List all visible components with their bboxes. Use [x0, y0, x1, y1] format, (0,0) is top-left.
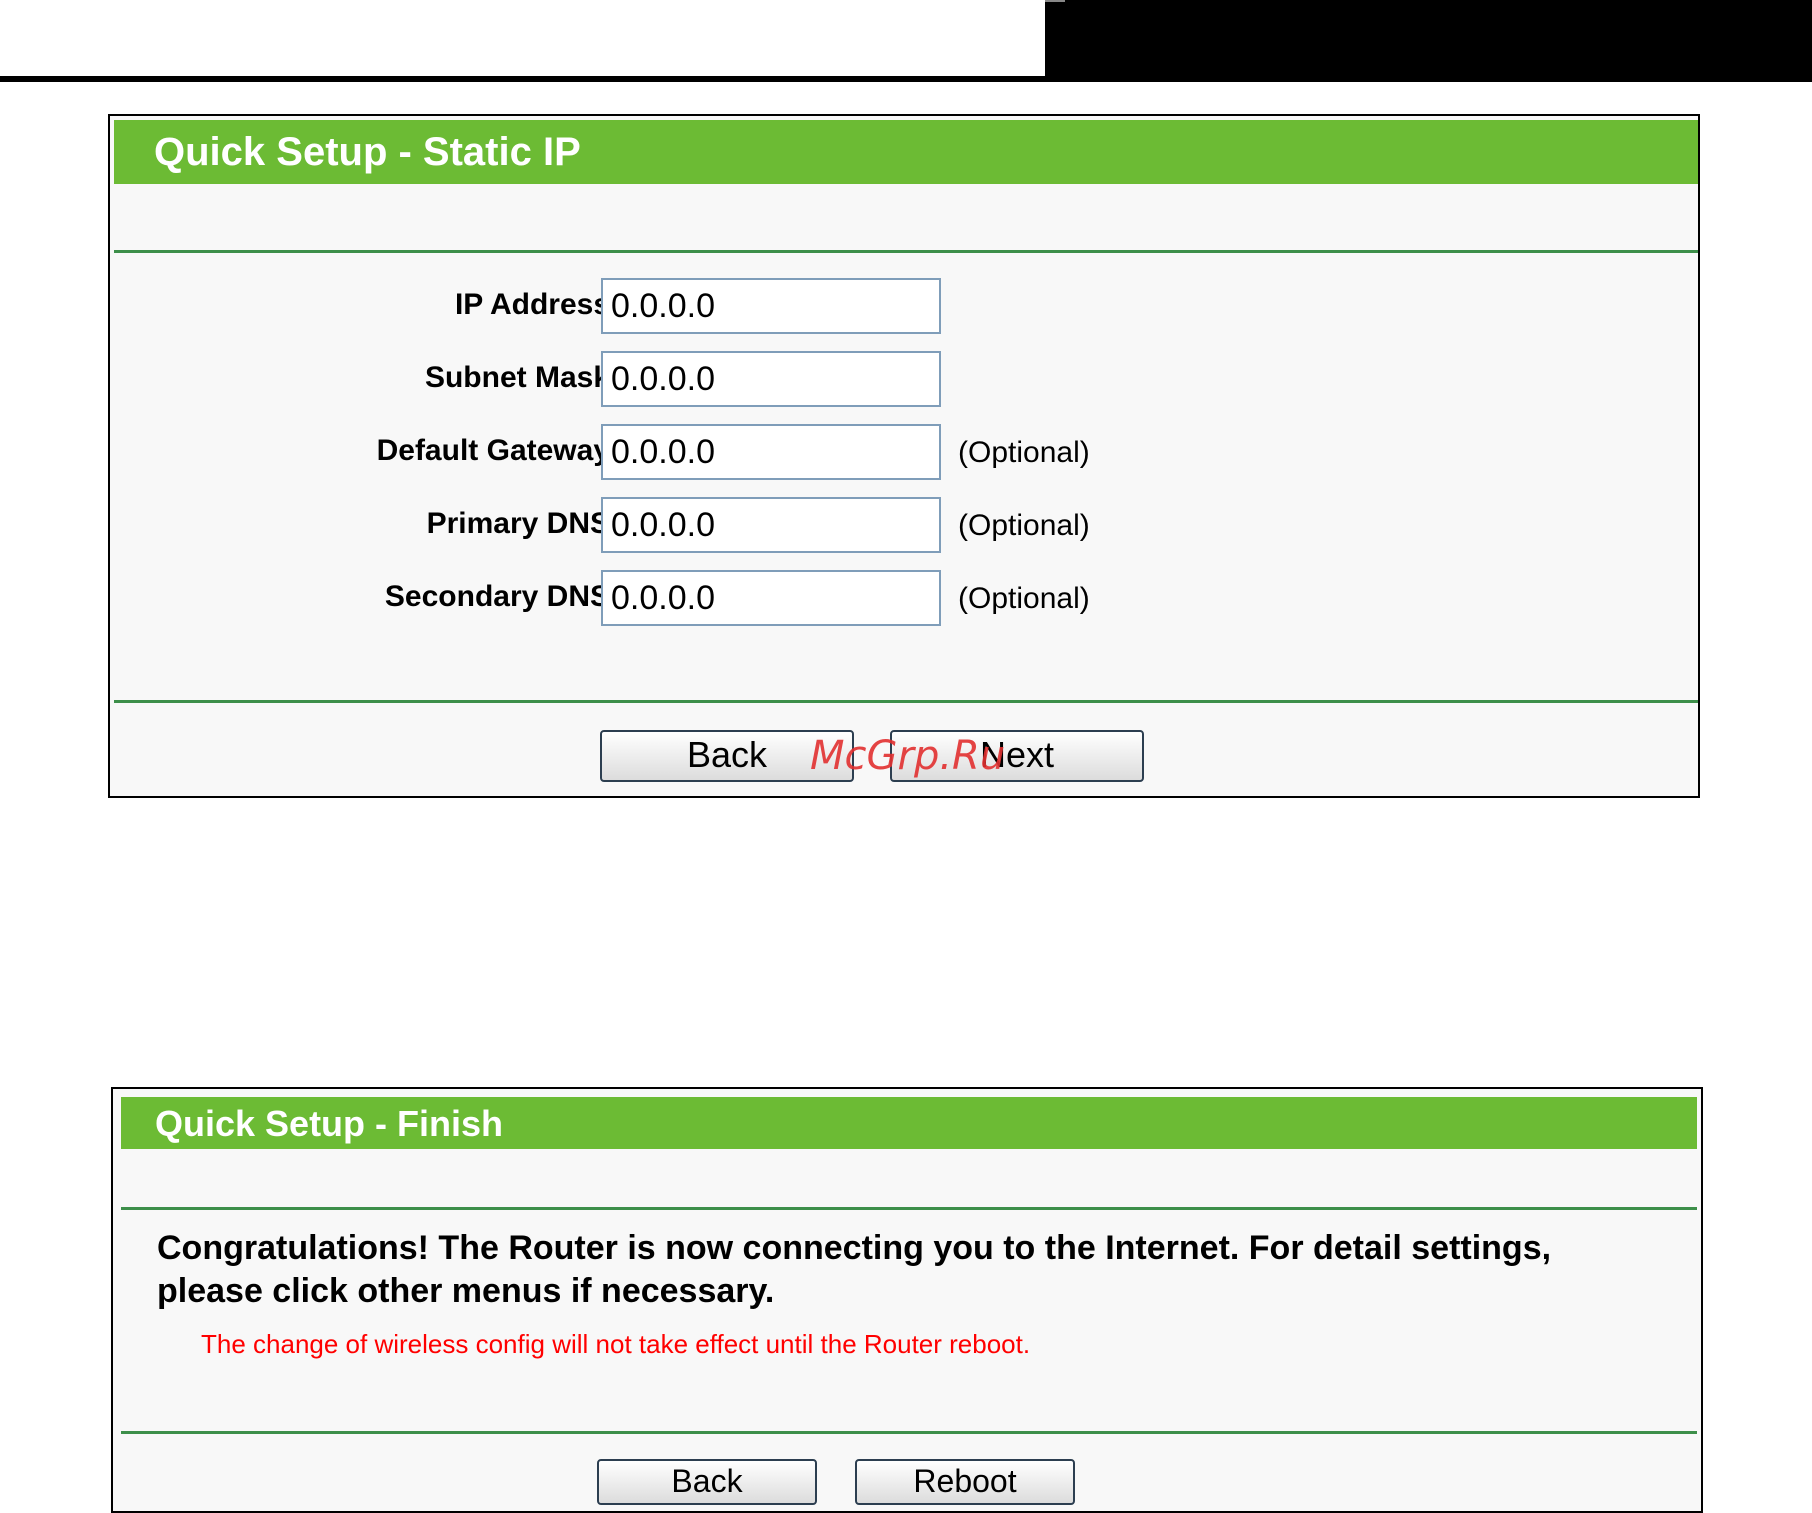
reboot-warning: The change of wireless config will not t…: [201, 1329, 1031, 1359]
divider-top: [121, 1207, 1697, 1210]
default-gateway-input[interactable]: [601, 424, 941, 480]
field-row-subnet-mask: Subnet Mask:: [110, 351, 1690, 409]
congratulations-message: Congratulations! The Router is now conne…: [157, 1229, 1552, 1310]
header-rule: [0, 76, 1812, 82]
default-gateway-optional-note: (Optional): [958, 436, 1090, 469]
field-row-primary-dns: Primary DNS: (Optional): [110, 497, 1690, 555]
field-row-ip-address: IP Address:: [110, 278, 1690, 336]
secondary-dns-input[interactable]: [601, 570, 941, 626]
ip-address-label: IP Address:: [454, 288, 620, 321]
divider-top: [114, 250, 1698, 253]
divider-bottom: [114, 700, 1698, 703]
static-ip-title: Quick Setup - Static IP: [114, 120, 1698, 184]
ip-address-input[interactable]: [601, 278, 941, 334]
watermark-text: McGrp.Ru: [810, 733, 1006, 779]
divider-bottom: [121, 1431, 1697, 1434]
subnet-mask-input[interactable]: [601, 351, 941, 407]
secondary-dns-optional-note: (Optional): [958, 582, 1090, 615]
secondary-dns-label: Secondary DNS:: [384, 580, 620, 613]
reboot-button[interactable]: Reboot: [855, 1459, 1075, 1505]
finish-panel: Quick Setup - Finish Congratulations! Th…: [111, 1087, 1703, 1513]
field-row-default-gateway: Default Gateway: (Optional): [110, 424, 1690, 482]
header-black-bar: [1045, 0, 1812, 78]
primary-dns-label: Primary DNS:: [426, 507, 620, 540]
static-ip-panel: Quick Setup - Static IP IP Address: Subn…: [108, 114, 1700, 798]
primary-dns-input[interactable]: [601, 497, 941, 553]
default-gateway-label: Default Gateway:: [376, 434, 620, 467]
header-thin-line: [1045, 0, 1065, 2]
primary-dns-optional-note: (Optional): [958, 509, 1090, 542]
subnet-mask-label: Subnet Mask:: [424, 361, 620, 394]
field-row-secondary-dns: Secondary DNS: (Optional): [110, 570, 1690, 628]
back-button[interactable]: Back: [597, 1459, 817, 1505]
finish-title: Quick Setup - Finish: [121, 1097, 1697, 1149]
